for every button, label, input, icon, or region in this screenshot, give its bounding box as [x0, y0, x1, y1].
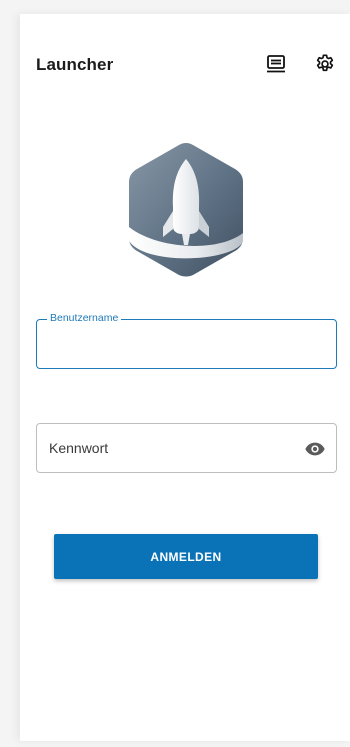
password-field[interactable]	[36, 423, 337, 473]
app-title: Launcher	[36, 55, 114, 74]
app-window: Launcher Benutzername ANMELDEN	[20, 14, 350, 741]
username-field[interactable]: Benutzername	[36, 312, 337, 369]
username-label: Benutzername	[47, 312, 122, 324]
username-input[interactable]	[49, 332, 299, 356]
rocket-logo	[127, 141, 245, 279]
login-button[interactable]: ANMELDEN	[54, 534, 318, 579]
password-input[interactable]	[49, 436, 299, 460]
display-screen-icon[interactable]	[264, 52, 288, 76]
app-bar: Launcher	[20, 14, 350, 114]
eye-icon[interactable]	[304, 438, 326, 460]
gear-icon[interactable]	[313, 52, 337, 76]
